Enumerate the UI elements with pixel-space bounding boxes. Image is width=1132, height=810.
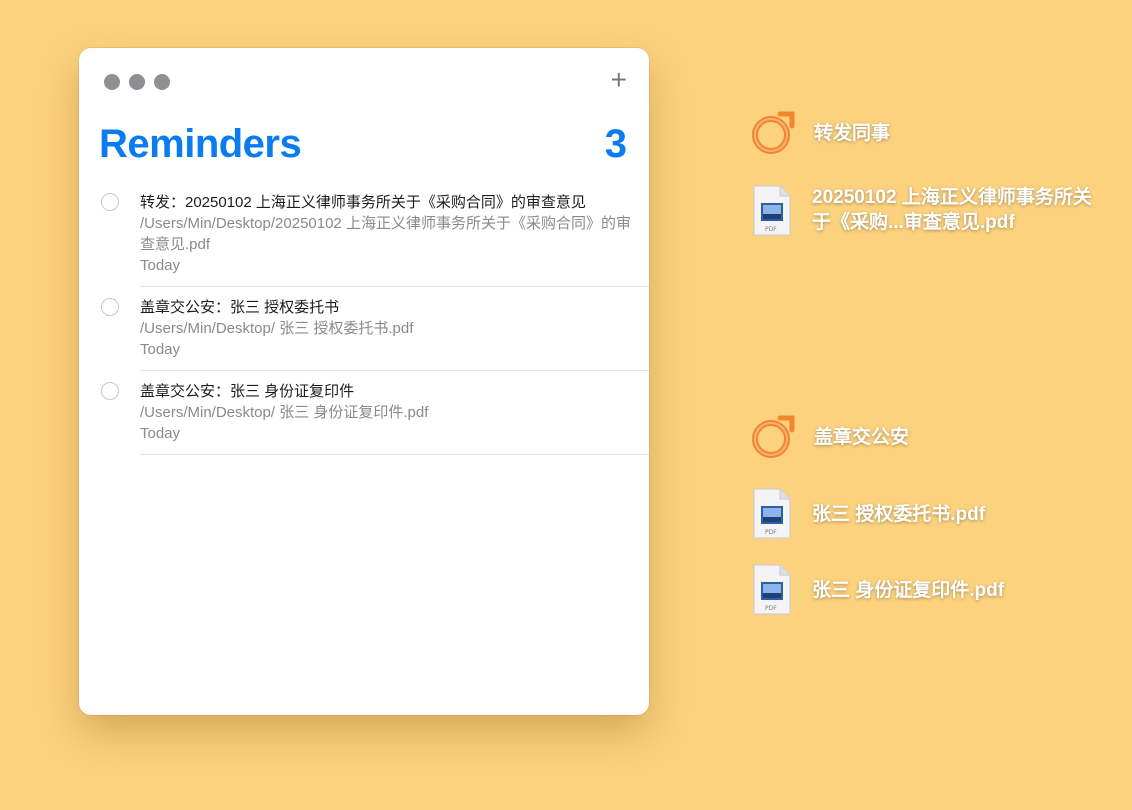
tag-ring-icon	[752, 415, 795, 458]
add-reminder-button[interactable]: +	[611, 66, 627, 94]
reminder-notes[interactable]: /Users/Min/Desktop/ 张三 身份证复印件.pdf	[140, 402, 631, 423]
pdf-file-icon: PDF	[753, 564, 791, 615]
list-title: Reminders	[99, 122, 302, 166]
complete-checkbox[interactable]	[101, 382, 119, 400]
reminder-item[interactable]: 盖章交公安：张三 身份证复印件 /Users/Min/Desktop/ 张三 身…	[79, 371, 649, 455]
reminder-title[interactable]: 转发：20250102 上海正义律师事务所关于《采购合同》的审查意见	[140, 192, 631, 213]
complete-checkbox[interactable]	[101, 193, 119, 211]
desktop-file-authorization[interactable]: PDF 张三 授权委托书.pdf	[750, 488, 985, 540]
reminder-count: 3	[604, 122, 627, 166]
file-name: 20250102 上海正义律师事务所关于《采购...审查意见.pdf	[812, 187, 1092, 233]
reminders-window: + Reminders 3 转发：20250102 上海正义律师事务所关于《采购…	[79, 48, 649, 715]
reminder-title[interactable]: 盖章交公安：张三 身份证复印件	[140, 381, 631, 402]
reminder-notes[interactable]: /Users/Min/Desktop/20250102 上海正义律师事务所关于《…	[140, 213, 631, 255]
reminder-date: Today	[140, 341, 181, 358]
reminder-item[interactable]: 转发：20250102 上海正义律师事务所关于《采购合同》的审查意见 /User…	[79, 188, 649, 287]
tag-label: 转发同事	[814, 122, 891, 144]
reminder-notes[interactable]: /Users/Min/Desktop/ 张三 授权委托书.pdf	[140, 318, 631, 339]
reminder-title[interactable]: 盖章交公安：张三 授权委托书	[140, 297, 631, 318]
file-name: 张三 身份证复印件.pdf	[812, 579, 1005, 601]
pdf-file-icon: PDF	[753, 488, 791, 539]
tag-ring-icon	[752, 111, 795, 154]
tag-label: 盖章交公安	[814, 426, 910, 448]
minimize-window-button[interactable]	[129, 74, 145, 90]
zoom-window-button[interactable]	[154, 74, 170, 90]
svg-text:PDF: PDF	[765, 226, 777, 233]
reminder-date: Today	[140, 257, 181, 274]
reminder-date: Today	[140, 425, 181, 442]
desktop-file-id-copy[interactable]: PDF 张三 身份证复印件.pdf	[750, 564, 1004, 616]
file-name: 张三 授权委托书.pdf	[812, 503, 986, 525]
close-window-button[interactable]	[104, 74, 120, 90]
window-controls	[104, 74, 170, 90]
reminder-list: 转发：20250102 上海正义律师事务所关于《采购合同》的审查意见 /User…	[79, 188, 649, 455]
desktop-tag-police[interactable]: 盖章交公安	[750, 414, 909, 460]
svg-text:PDF: PDF	[765, 605, 777, 612]
reminder-item[interactable]: 盖章交公安：张三 授权委托书 /Users/Min/Desktop/ 张三 授权…	[79, 287, 649, 371]
pdf-file-icon: PDF	[753, 185, 791, 236]
svg-text:PDF: PDF	[765, 529, 777, 536]
complete-checkbox[interactable]	[101, 298, 119, 316]
desktop-tag-forward[interactable]: 转发同事	[750, 110, 890, 156]
desktop-file-review[interactable]: PDF 20250102 上海正义律师事务所关于《采购...审查意见.pdf	[750, 185, 1102, 237]
